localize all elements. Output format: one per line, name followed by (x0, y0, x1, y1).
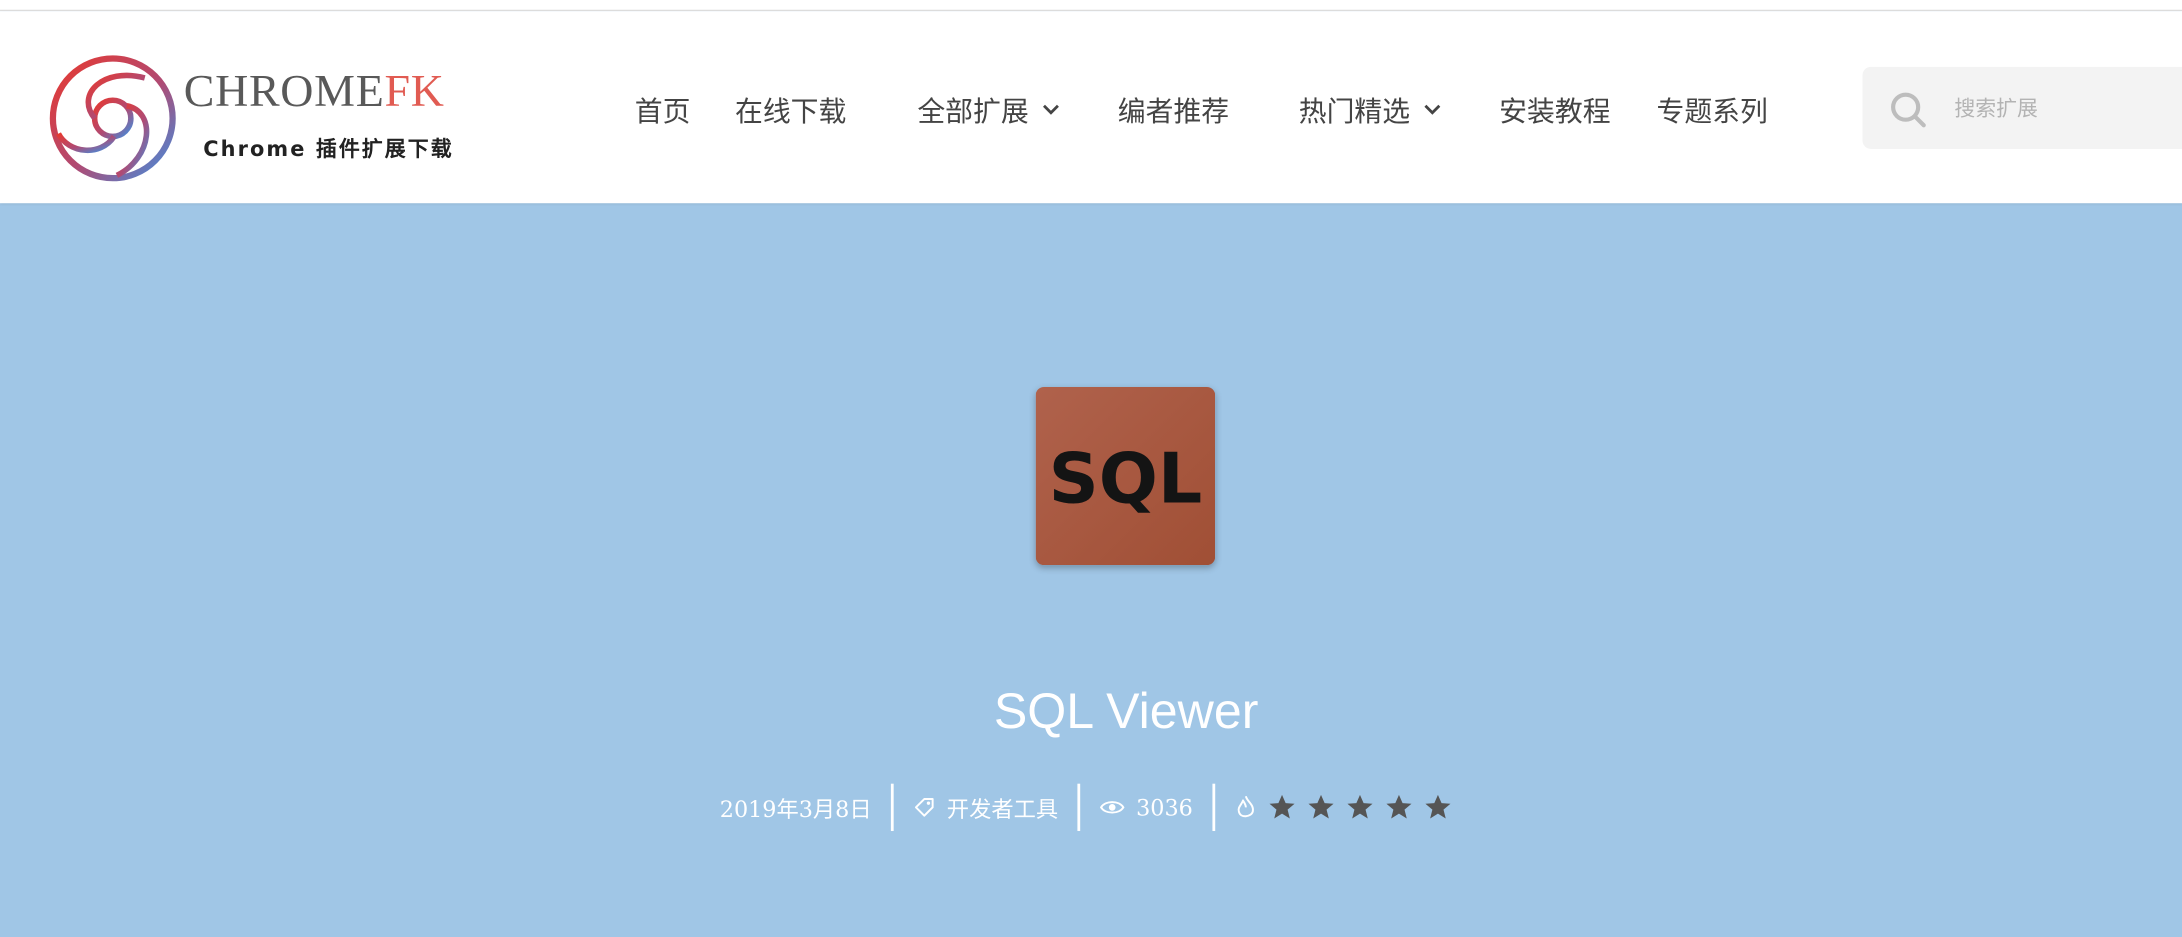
search-icon[interactable] (1889, 90, 1928, 129)
extension-meta: 2019年3月8日 开发者工具 3036 (0, 783, 2182, 832)
search-box[interactable] (1862, 66, 2182, 149)
brand-tagline: Chrome 插件扩展下载 (203, 136, 454, 162)
extension-title: SQL Viewer (993, 682, 1259, 740)
flame-icon (1237, 795, 1254, 818)
meta-category[interactable]: 开发者工具 (891, 783, 1078, 832)
brand-wordmark: CHROMEFK (184, 67, 445, 119)
nav-item-label: 在线下载 (734, 93, 847, 128)
nav-item-label: 首页 (634, 93, 691, 128)
nav-item-home[interactable]: 首页 (635, 89, 691, 128)
chevron-down-icon (1043, 104, 1059, 115)
extension-icon-text: SQL (1049, 439, 1203, 520)
star-icon (1425, 794, 1451, 819)
extension-icon: SQL (1035, 386, 1216, 566)
tag-icon (915, 798, 934, 817)
nav-item-editor-picks[interactable]: 编者推荐 (1118, 89, 1229, 128)
nav-item-label: 专题系列 (1656, 93, 1768, 128)
site-logo[interactable]: CHROMEFK Chrome 插件扩展下载 (47, 53, 465, 185)
view-count: 3036 (1136, 794, 1193, 821)
chevron-down-icon (1424, 104, 1441, 115)
star-icon (1347, 794, 1373, 819)
nav-item-label: 全部扩展 (917, 93, 1029, 128)
star-icon (1386, 794, 1412, 819)
meta-views: 3036 (1077, 783, 1213, 832)
site-header: CHROMEFK Chrome 插件扩展下载 首页 在线下载 全部扩展 编者推荐… (0, 11, 2182, 204)
star-icon (1308, 794, 1334, 819)
meta-date: 2019年3月8日 (700, 784, 891, 831)
top-border (0, 0, 2182, 12)
nav-item-topics[interactable]: 专题系列 (1656, 89, 1767, 128)
logo-mark-icon (49, 55, 176, 182)
nav-item-install-guide[interactable]: 安装教程 (1499, 89, 1610, 128)
nav-item-label: 热门精选 (1298, 93, 1411, 128)
nav-item-online-download[interactable]: 在线下载 (735, 89, 846, 128)
nav-item-label: 编者推荐 (1117, 93, 1230, 128)
eye-icon (1100, 801, 1125, 814)
nav-item-all-extensions[interactable]: 全部扩展 (917, 89, 1062, 128)
publish-date: 2019年3月8日 (719, 796, 872, 823)
star-icon (1269, 794, 1295, 819)
category-label: 开发者工具 (946, 796, 1059, 823)
meta-rating (1212, 783, 1482, 832)
nav-item-popular[interactable]: 热门精选 (1299, 89, 1444, 128)
nav-item-label: 安装教程 (1499, 93, 1611, 128)
brand-word-accent: FK (384, 66, 445, 117)
rating-stars (1268, 793, 1463, 821)
search-input[interactable] (1951, 86, 2180, 131)
brand-word-main: CHROME (183, 66, 385, 117)
